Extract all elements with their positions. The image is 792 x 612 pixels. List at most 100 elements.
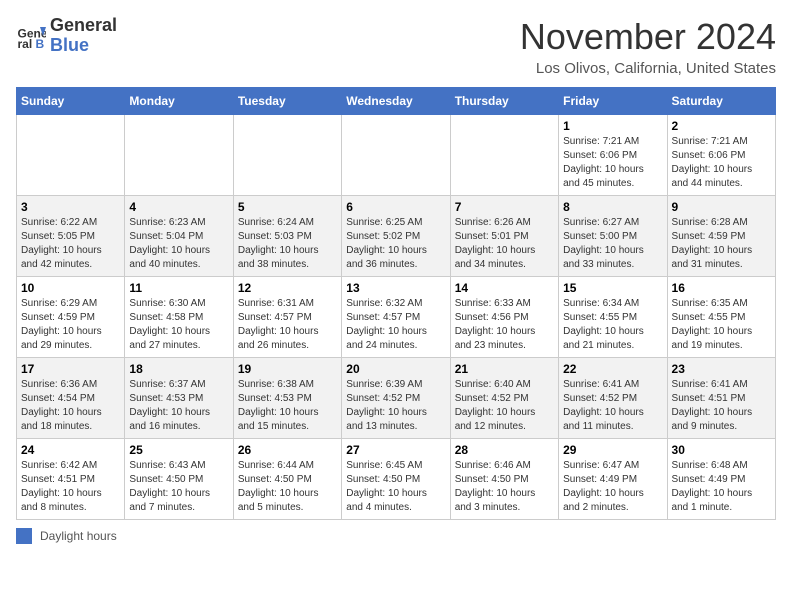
calendar-week-row: 24 Sunrise: 6:42 AM Sunset: 4:51 PM Dayli… [17, 439, 776, 520]
title-area: November 2024 Los Olivos, California, Un… [520, 16, 776, 77]
cell-info: Sunrise: 6:27 AM Sunset: 5:00 PM Dayligh… [563, 216, 662, 272]
day-number: 17 [21, 362, 120, 376]
calendar-cell: 11 Sunrise: 6:30 AM Sunset: 4:58 PM Dayli… [125, 277, 233, 358]
legend-label: Daylight hours [40, 529, 117, 543]
calendar-week-row: 3 Sunrise: 6:22 AM Sunset: 5:05 PM Daylig… [17, 196, 776, 277]
calendar-cell: 3 Sunrise: 6:22 AM Sunset: 5:05 PM Daylig… [17, 196, 125, 277]
day-header: Thursday [450, 88, 558, 115]
day-header: Saturday [667, 88, 775, 115]
cell-info: Sunrise: 6:44 AM Sunset: 4:50 PM Dayligh… [238, 459, 337, 515]
cell-info: Sunrise: 7:21 AM Sunset: 6:06 PM Dayligh… [563, 135, 662, 191]
day-number: 4 [129, 200, 228, 214]
day-number: 2 [672, 119, 771, 133]
cell-info: Sunrise: 6:36 AM Sunset: 4:54 PM Dayligh… [21, 378, 120, 434]
day-number: 18 [129, 362, 228, 376]
calendar-cell: 26 Sunrise: 6:44 AM Sunset: 4:50 PM Dayli… [233, 439, 341, 520]
day-header: Wednesday [342, 88, 450, 115]
day-header: Friday [559, 88, 667, 115]
svg-text:ral: ral [18, 37, 33, 51]
calendar-cell: 6Sunrise: 6:25 AM Sunset: 5:02 PM Daylig… [342, 196, 450, 277]
day-number: 22 [563, 362, 662, 376]
logo: Gene ral B General Blue [16, 16, 117, 56]
calendar-cell [17, 115, 125, 196]
day-number: 16 [672, 281, 771, 295]
month-title: November 2024 [520, 16, 776, 58]
calendar-cell: 30 Sunrise: 6:48 AM Sunset: 4:49 PM Dayli… [667, 439, 775, 520]
calendar-week-row: 1 Sunrise: 7:21 AM Sunset: 6:06 PM Daylig… [17, 115, 776, 196]
cell-info: Sunrise: 6:48 AM Sunset: 4:49 PM Dayligh… [672, 459, 771, 515]
calendar-table: SundayMondayTuesdayWednesdayThursdayFrid… [16, 87, 776, 520]
day-number: 14 [455, 281, 554, 295]
calendar-cell: 7 Sunrise: 6:26 AM Sunset: 5:01 PM Daylig… [450, 196, 558, 277]
cell-info: Sunrise: 6:33 AM Sunset: 4:56 PM Dayligh… [455, 297, 554, 353]
calendar-cell [342, 115, 450, 196]
cell-info: Sunrise: 6:23 AM Sunset: 5:04 PM Dayligh… [129, 216, 228, 272]
calendar-cell: 13 Sunrise: 6:32 AM Sunset: 4:57 PM Dayli… [342, 277, 450, 358]
cell-info: Sunrise: 6:45 AM Sunset: 4:50 PM Dayligh… [346, 459, 445, 515]
cell-info: Sunrise: 6:24 AM Sunset: 5:03 PM Dayligh… [238, 216, 337, 272]
calendar-cell: 9Sunrise: 6:28 AM Sunset: 4:59 PM Daylig… [667, 196, 775, 277]
day-number: 29 [563, 443, 662, 457]
day-number: 25 [129, 443, 228, 457]
day-number: 10 [21, 281, 120, 295]
cell-info: Sunrise: 6:25 AM Sunset: 5:02 PM Dayligh… [346, 216, 445, 272]
day-number: 23 [672, 362, 771, 376]
cell-info: Sunrise: 6:26 AM Sunset: 5:01 PM Dayligh… [455, 216, 554, 272]
cell-info: Sunrise: 6:28 AM Sunset: 4:59 PM Dayligh… [672, 216, 771, 272]
day-number: 11 [129, 281, 228, 295]
calendar-cell: 29 Sunrise: 6:47 AM Sunset: 4:49 PM Dayli… [559, 439, 667, 520]
cell-info: Sunrise: 7:21 AM Sunset: 6:06 PM Dayligh… [672, 135, 771, 191]
cell-info: Sunrise: 6:34 AM Sunset: 4:55 PM Dayligh… [563, 297, 662, 353]
calendar-cell: 18 Sunrise: 6:37 AM Sunset: 4:53 PM Dayli… [125, 358, 233, 439]
calendar-cell: 10 Sunrise: 6:29 AM Sunset: 4:59 PM Dayli… [17, 277, 125, 358]
legend: Daylight hours [16, 528, 776, 544]
calendar-cell: 17 Sunrise: 6:36 AM Sunset: 4:54 PM Dayli… [17, 358, 125, 439]
calendar-cell: 27 Sunrise: 6:45 AM Sunset: 4:50 PM Dayli… [342, 439, 450, 520]
cell-info: Sunrise: 6:39 AM Sunset: 4:52 PM Dayligh… [346, 378, 445, 434]
svg-text:B: B [36, 37, 45, 51]
day-number: 1 [563, 119, 662, 133]
calendar-cell: 15 Sunrise: 6:34 AM Sunset: 4:55 PM Dayli… [559, 277, 667, 358]
day-number: 24 [21, 443, 120, 457]
calendar-cell: 19 Sunrise: 6:38 AM Sunset: 4:53 PM Dayli… [233, 358, 341, 439]
day-number: 26 [238, 443, 337, 457]
calendar-cell: 4 Sunrise: 6:23 AM Sunset: 5:04 PM Daylig… [125, 196, 233, 277]
day-number: 3 [21, 200, 120, 214]
day-number: 5 [238, 200, 337, 214]
day-number: 7 [455, 200, 554, 214]
day-number: 15 [563, 281, 662, 295]
day-header: Monday [125, 88, 233, 115]
cell-info: Sunrise: 6:46 AM Sunset: 4:50 PM Dayligh… [455, 459, 554, 515]
day-header: Tuesday [233, 88, 341, 115]
calendar-cell [233, 115, 341, 196]
cell-info: Sunrise: 6:29 AM Sunset: 4:59 PM Dayligh… [21, 297, 120, 353]
cell-info: Sunrise: 6:22 AM Sunset: 5:05 PM Dayligh… [21, 216, 120, 272]
calendar-cell [450, 115, 558, 196]
day-number: 21 [455, 362, 554, 376]
calendar-cell: 1 Sunrise: 7:21 AM Sunset: 6:06 PM Daylig… [559, 115, 667, 196]
location-title: Los Olivos, California, United States [520, 60, 776, 77]
calendar-cell: 25Sunrise: 6:43 AM Sunset: 4:50 PM Dayli… [125, 439, 233, 520]
calendar-cell: 22 Sunrise: 6:41 AM Sunset: 4:52 PM Dayli… [559, 358, 667, 439]
calendar-cell: 14 Sunrise: 6:33 AM Sunset: 4:56 PM Dayli… [450, 277, 558, 358]
calendar-header-row: SundayMondayTuesdayWednesdayThursdayFrid… [17, 88, 776, 115]
day-number: 13 [346, 281, 445, 295]
calendar-week-row: 17 Sunrise: 6:36 AM Sunset: 4:54 PM Dayli… [17, 358, 776, 439]
cell-info: Sunrise: 6:32 AM Sunset: 4:57 PM Dayligh… [346, 297, 445, 353]
day-number: 27 [346, 443, 445, 457]
cell-info: Sunrise: 6:31 AM Sunset: 4:57 PM Dayligh… [238, 297, 337, 353]
cell-info: Sunrise: 6:37 AM Sunset: 4:53 PM Dayligh… [129, 378, 228, 434]
cell-info: Sunrise: 6:41 AM Sunset: 4:52 PM Dayligh… [563, 378, 662, 434]
calendar-cell: 28Sunrise: 6:46 AM Sunset: 4:50 PM Dayli… [450, 439, 558, 520]
calendar-cell: 16Sunrise: 6:35 AM Sunset: 4:55 PM Dayli… [667, 277, 775, 358]
cell-info: Sunrise: 6:38 AM Sunset: 4:53 PM Dayligh… [238, 378, 337, 434]
cell-info: Sunrise: 6:30 AM Sunset: 4:58 PM Dayligh… [129, 297, 228, 353]
calendar-cell: 24 Sunrise: 6:42 AM Sunset: 4:51 PM Dayli… [17, 439, 125, 520]
day-number: 20 [346, 362, 445, 376]
calendar-cell: 23 Sunrise: 6:41 AM Sunset: 4:51 PM Dayli… [667, 358, 775, 439]
day-number: 30 [672, 443, 771, 457]
cell-info: Sunrise: 6:47 AM Sunset: 4:49 PM Dayligh… [563, 459, 662, 515]
day-number: 19 [238, 362, 337, 376]
cell-info: Sunrise: 6:41 AM Sunset: 4:51 PM Dayligh… [672, 378, 771, 434]
cell-info: Sunrise: 6:42 AM Sunset: 4:51 PM Dayligh… [21, 459, 120, 515]
